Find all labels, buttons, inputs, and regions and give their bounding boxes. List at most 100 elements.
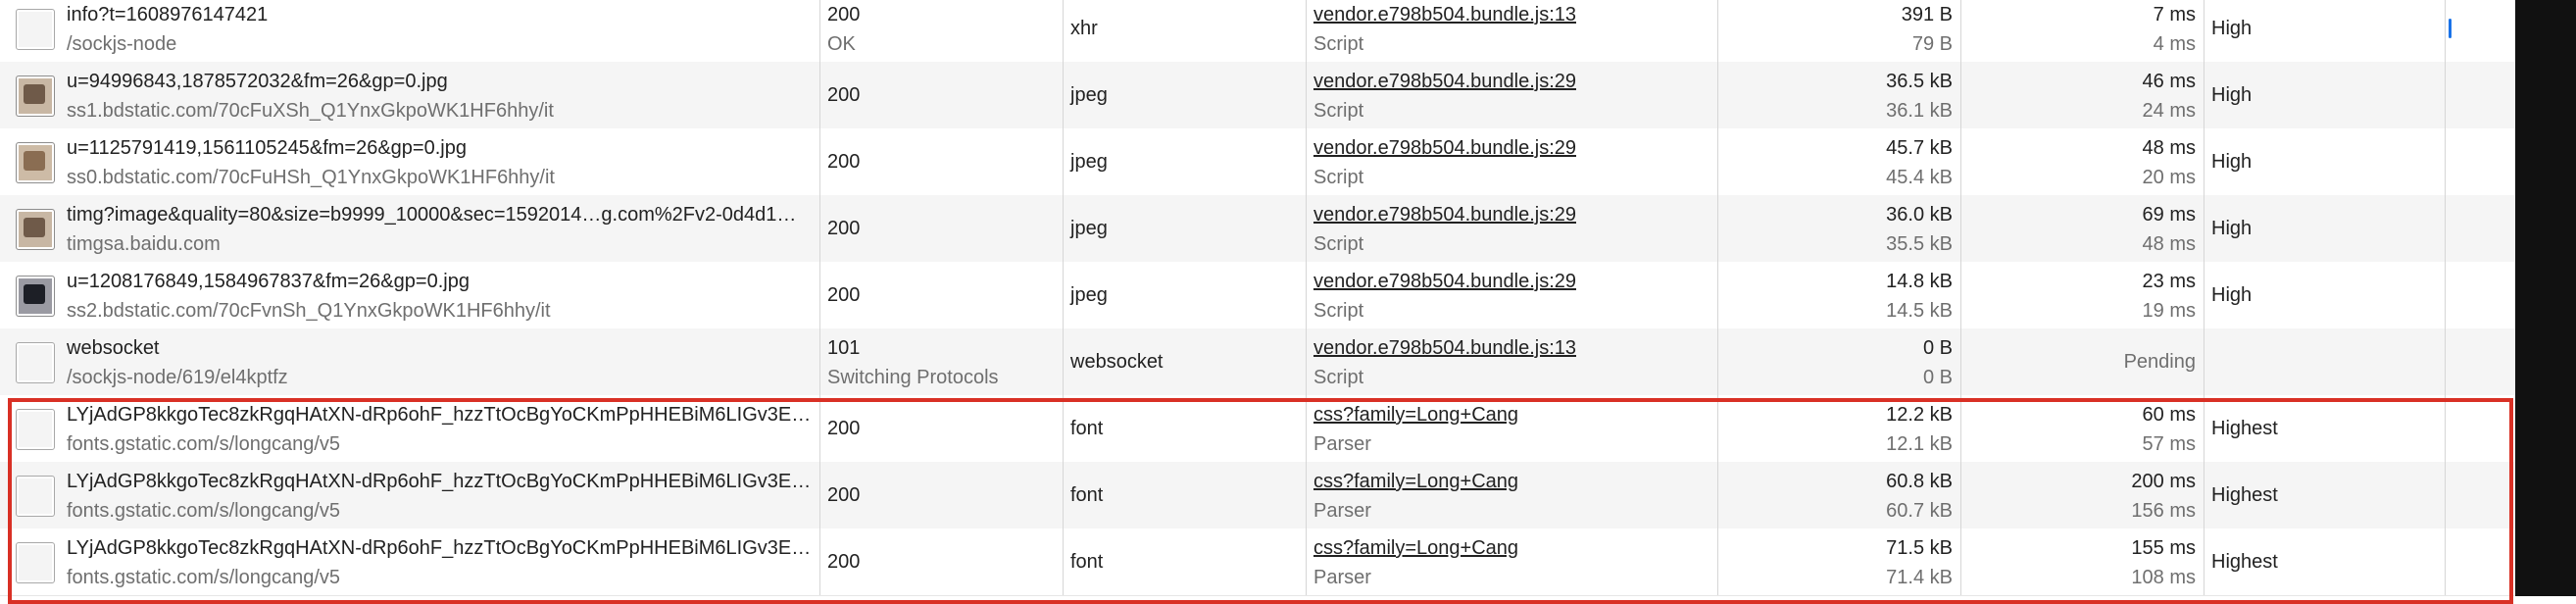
initiator-link[interactable]: vendor.e798b504.bundle.js:29 (1313, 70, 1576, 93)
status-code: 200 (827, 151, 861, 173)
status-cell: 200 (821, 195, 1063, 262)
size-cell: 14.8 kB 14.5 kB (1719, 262, 1960, 328)
request-path: ss2.bdstatic.com/70cFvnSh_Q1YnxGkpoWK1HF… (67, 300, 551, 322)
priority-cell: High (2205, 195, 2445, 262)
column-divider (1306, 462, 1307, 528)
table-row[interactable]: LYjAdGP8kkgoTec8zkRgqHAtXN-dRp6ohF_hzzTt… (0, 462, 2576, 529)
initiator-cell: css?family=Long+Cang Parser (1308, 462, 1717, 528)
status-cell: 200 (821, 528, 1063, 595)
name-cell[interactable]: timg?image&quality=80&size=b9999_10000&s… (0, 195, 819, 262)
table-row[interactable]: timg?image&quality=80&size=b9999_10000&s… (0, 195, 2576, 263)
table-row[interactable]: info?t=1608976147421/sockjs-node 200 OK xhr… (0, 0, 2576, 63)
name-cell[interactable]: info?t=1608976147421/sockjs-node (0, 0, 819, 62)
initiator-cell: vendor.e798b504.bundle.js:29 Script (1308, 62, 1717, 128)
initiator-cell: css?family=Long+Cang Parser (1308, 395, 1717, 462)
name-cell[interactable]: LYjAdGP8kkgoTec8zkRgqHAtXN-dRp6ohF_hzzTt… (0, 462, 819, 528)
column-divider (1063, 62, 1064, 128)
column-divider (819, 462, 820, 528)
transfer-size: 36.5 kB (1886, 71, 1953, 92)
request-name: timg?image&quality=80&size=b9999_10000&s… (67, 204, 797, 226)
waterfall-cell (2447, 462, 2515, 528)
total-time: 48 ms (2142, 137, 2196, 159)
initiator-link[interactable]: vendor.e798b504.bundle.js:29 (1313, 136, 1576, 160)
status-cell: 200 (821, 462, 1063, 528)
time-cell: 200 ms 156 ms (1962, 462, 2204, 528)
initiator-link[interactable]: vendor.e798b504.bundle.js:29 (1313, 203, 1576, 226)
initiator-link[interactable]: css?family=Long+Cang (1313, 470, 1518, 493)
column-divider (1306, 328, 1307, 395)
size-cell: 45.7 kB 45.4 kB (1719, 128, 1960, 195)
initiator-link[interactable]: css?family=Long+Cang (1313, 403, 1518, 427)
transfer-size: 391 B (1901, 4, 1953, 25)
initiator-type: Parser (1313, 567, 1371, 588)
column-divider (1063, 328, 1064, 395)
initiator-link[interactable]: vendor.e798b504.bundle.js:13 (1313, 336, 1576, 360)
column-divider (819, 195, 820, 262)
transfer-size: 71.5 kB (1886, 537, 1953, 559)
column-divider (1306, 528, 1307, 595)
latency-time: 24 ms (2142, 100, 2196, 122)
initiator-cell: vendor.e798b504.bundle.js:13 Script (1308, 328, 1717, 395)
time-cell: 7 ms 4 ms (1962, 0, 2204, 62)
name-cell[interactable]: u=1125791419,1561105245&fm=26&gp=0.jpg ss… (0, 128, 819, 195)
waterfall-cell (2447, 528, 2515, 595)
document-icon (16, 9, 55, 50)
initiator-type: Script (1313, 33, 1364, 55)
initiator-type: Parser (1313, 500, 1371, 522)
initiator-link[interactable]: vendor.e798b504.bundle.js:29 (1313, 270, 1576, 293)
request-type: font (1070, 418, 1104, 439)
status-text: OK (827, 33, 856, 55)
waterfall-cell (2447, 0, 2515, 62)
request-type: xhr (1070, 18, 1098, 39)
priority-cell: High (2205, 128, 2445, 195)
name-cell[interactable]: websocket/sockjs-node/619/el4kptfz (0, 328, 819, 395)
status-cell: 200 (821, 128, 1063, 195)
request-path: fonts.gstatic.com/s/longcang/v5 (67, 567, 341, 588)
type-cell: xhr (1065, 0, 1306, 62)
table-row[interactable]: u=1125791419,1561105245&fm=26&gp=0.jpg ss… (0, 128, 2576, 196)
initiator-type: Script (1313, 367, 1364, 388)
priority-cell: High (2205, 0, 2445, 62)
latency-time: 48 ms (2142, 233, 2196, 255)
request-name: u=1208176849,1584967837&fm=26&gp=0.jpg (67, 271, 470, 292)
column-divider (819, 128, 820, 195)
column-divider (819, 0, 820, 62)
table-row[interactable]: u=1208176849,1584967837&fm=26&gp=0.jpg ss… (0, 262, 2576, 329)
column-divider (1717, 62, 1718, 128)
name-cell[interactable]: u=94996843,1878572032&fm=26&gp=0.jpg ss1.… (0, 62, 819, 128)
name-cell[interactable]: LYjAdGP8kkgoTec8zkRgqHAtXN-dRp6ohF_hzzTt… (0, 528, 819, 595)
column-divider (819, 328, 820, 395)
size-cell: 36.5 kB 36.1 kB (1719, 62, 1960, 128)
name-cell[interactable]: LYjAdGP8kkgoTec8zkRgqHAtXN-dRp6ohF_hzzTt… (0, 395, 819, 462)
table-row[interactable]: websocket/sockjs-node/619/el4kptfz 101 Swi… (0, 328, 2576, 396)
request-path: fonts.gstatic.com/s/longcang/v5 (67, 433, 341, 455)
transfer-size: 60.8 kB (1886, 471, 1953, 492)
priority-value: High (2211, 218, 2253, 239)
request-path: ss0.bdstatic.com/70cFuHSh_Q1YnxGkpoWK1HF… (67, 167, 555, 188)
document-icon (16, 342, 55, 383)
column-divider (1717, 395, 1718, 462)
column-divider (1960, 328, 1961, 395)
initiator-link[interactable]: css?family=Long+Cang (1313, 536, 1518, 560)
time-cell: 69 ms 48 ms (1962, 195, 2204, 262)
column-divider (1063, 395, 1064, 462)
initiator-cell: vendor.e798b504.bundle.js:29 Script (1308, 128, 1717, 195)
status-code: 200 (827, 551, 861, 573)
name-cell[interactable]: u=1208176849,1584967837&fm=26&gp=0.jpg ss… (0, 262, 819, 328)
column-divider (1306, 195, 1307, 262)
type-cell: websocket (1065, 328, 1306, 395)
type-cell: jpeg (1065, 128, 1306, 195)
document-icon (16, 409, 55, 450)
status-code: 200 (827, 84, 861, 106)
initiator-link[interactable]: vendor.e798b504.bundle.js:13 (1313, 3, 1576, 26)
document-icon (16, 476, 55, 517)
table-row[interactable]: u=94996843,1878572032&fm=26&gp=0.jpg ss1.… (0, 62, 2576, 129)
table-row[interactable]: LYjAdGP8kkgoTec8zkRgqHAtXN-dRp6ohF_hzzTt… (0, 395, 2576, 463)
status-code: 200 (827, 418, 861, 439)
column-divider (1960, 395, 1961, 462)
table-row[interactable]: LYjAdGP8kkgoTec8zkRgqHAtXN-dRp6ohF_hzzTt… (0, 528, 2576, 596)
total-time: 60 ms (2142, 404, 2196, 426)
column-divider (2445, 462, 2446, 528)
resource-size: 79 B (1911, 33, 1953, 55)
request-type: jpeg (1070, 84, 1108, 106)
